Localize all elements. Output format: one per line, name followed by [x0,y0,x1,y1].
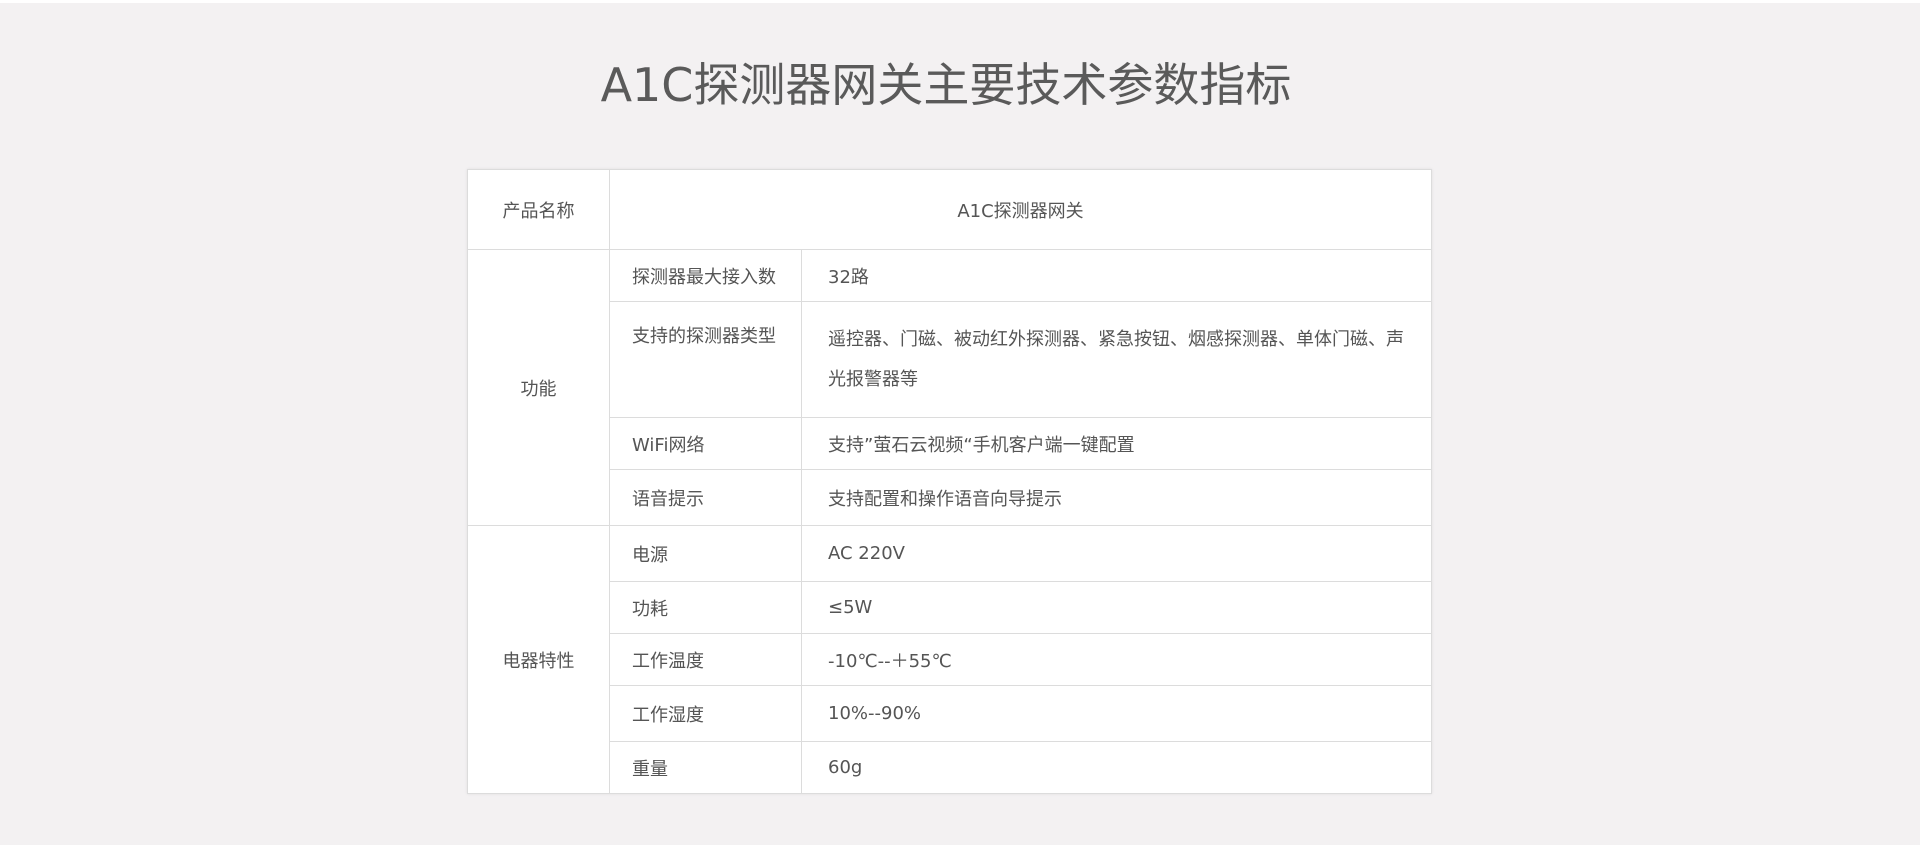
page-title: A1C探测器网关主要技术参数指标 [600,58,1292,112]
table-row: 工作温度 -10℃--＋55℃ [468,633,1432,686]
spec-table: 产品名称 A1C探测器网关 功能 探测器最大接入数 32路 支持的探测器类型 遥… [467,169,1432,794]
group-label-electrical: 电器特性 [467,525,610,794]
row-value: 32路 [801,249,1432,302]
product-name-label: 产品名称 [467,169,610,250]
top-divider [0,0,1920,3]
row-label: 电源 [609,525,802,582]
table-row: 电器特性 电源 AC 220V [467,525,1432,794]
table-row: 支持的探测器类型 遥控器、门磁、被动红外探测器、紧急按钮、烟感探测器、单体门磁、… [468,301,1432,418]
table-row: 工作湿度 10%--90% [468,685,1432,742]
table-row: 产品名称 A1C探测器网关 [467,169,1432,250]
row-label: 工作温度 [609,633,802,686]
row-label: WiFi网络 [609,417,802,470]
row-label: 功耗 [609,581,802,634]
row-label: 语音提示 [609,469,802,526]
row-value: 支持”萤石云视频“手机客户端一键配置 [801,417,1432,470]
table-row: 功能 探测器最大接入数 32路 [467,249,1432,526]
row-label: 探测器最大接入数 [609,249,802,302]
table-row: 重量 60g [468,741,1432,794]
row-label: 工作湿度 [609,685,802,742]
table-row: 功耗 ≤5W [468,581,1432,634]
table-row: 语音提示 支持配置和操作语音向导提示 [468,469,1432,526]
row-value: 10%--90% [801,685,1432,742]
row-value: AC 220V [801,525,1432,582]
table-row: WiFi网络 支持”萤石云视频“手机客户端一键配置 [468,417,1432,470]
row-value: 60g [801,741,1432,794]
group-label-function: 功能 [467,249,610,526]
row-label: 重量 [609,741,802,794]
row-value: 支持配置和操作语音向导提示 [801,469,1432,526]
product-name-value: A1C探测器网关 [609,169,1432,250]
row-value: 遥控器、门磁、被动红外探测器、紧急按钮、烟感探测器、单体门磁、声光报警器等 [801,301,1432,418]
row-label: 支持的探测器类型 [609,301,802,418]
row-value: ≤5W [801,581,1432,634]
row-value: -10℃--＋55℃ [801,633,1432,686]
